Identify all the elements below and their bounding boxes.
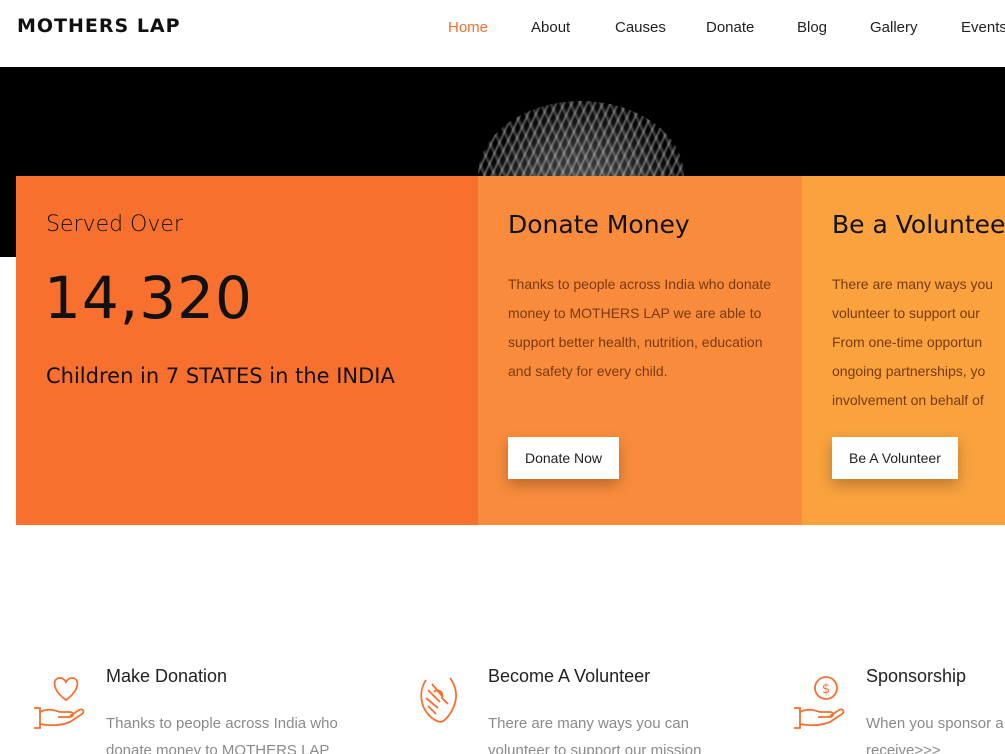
- feature-sponsorship: $ Sponsorship When you sponsor a receive…: [790, 662, 1005, 754]
- nav-blog[interactable]: Blog: [797, 19, 827, 36]
- feature-text: Thanks to people across India who donate…: [106, 710, 396, 754]
- feature-become-volunteer: Become A Volunteer There are many ways y…: [412, 662, 782, 754]
- feature-text-line: donate money to MOTHERS LAP: [106, 742, 330, 754]
- volunteer-text-line: From one-time opportun: [832, 334, 983, 350]
- donate-now-button[interactable]: Donate Now: [508, 437, 620, 479]
- svg-text:$: $: [822, 682, 830, 697]
- volunteer-box-title: Be a Volunteer: [832, 210, 1005, 239]
- served-label: Served Over: [46, 212, 183, 237]
- donate-money-box: Donate Money Thanks to people across Ind…: [478, 176, 802, 525]
- served-stats-box: Served Over 14,320 Children in 7 STATES …: [16, 176, 478, 525]
- feature-title[interactable]: Become A Volunteer: [488, 666, 650, 687]
- donate-box-title: Donate Money: [508, 210, 690, 239]
- feature-title[interactable]: Make Donation: [106, 666, 227, 687]
- heart-hand-icon: [34, 677, 85, 729]
- feature-text-line: There are many ways you can: [488, 715, 689, 732]
- nav-gallery[interactable]: Gallery: [870, 19, 918, 36]
- volunteer-box: Be a Volunteer There are many ways you v…: [802, 176, 1005, 525]
- be-a-volunteer-button[interactable]: Be A Volunteer: [832, 437, 958, 479]
- donate-box-text: Thanks to people across India who donate…: [508, 276, 772, 379]
- volunteer-text-line: ongoing partnerships, yo: [832, 363, 986, 379]
- nav-about[interactable]: About: [531, 19, 570, 36]
- volunteer-box-text: There are many ways you volunteer to sup…: [832, 270, 1005, 415]
- feature-text-line: volunteer to support our mission: [488, 742, 702, 754]
- volunteer-hand-icon: [420, 677, 457, 723]
- served-number: 14,320: [44, 264, 253, 332]
- feature-text-line: When you sponsor a: [866, 715, 1004, 732]
- nav-events[interactable]: Events: [961, 19, 1005, 36]
- feature-text: There are many ways you can volunteer to…: [488, 710, 778, 754]
- nav-donate[interactable]: Donate: [706, 19, 754, 36]
- served-subtitle: Children in 7 STATES in the INDIA: [46, 364, 395, 388]
- site-logo[interactable]: MOTHERS LAP: [17, 15, 181, 37]
- feature-text: When you sponsor a receive>>>: [866, 710, 1005, 754]
- feature-title[interactable]: Sponsorship: [866, 666, 966, 687]
- feature-make-donation: Make Donation Thanks to people across In…: [30, 662, 400, 754]
- volunteer-text-line: There are many ways you: [832, 276, 994, 292]
- nav-home[interactable]: Home: [448, 19, 488, 36]
- feature-text-line: Thanks to people across India who: [106, 715, 338, 732]
- feature-text-line: receive>>>: [866, 742, 941, 754]
- volunteer-text-line: involvement on behalf of: [832, 392, 984, 408]
- nav-causes[interactable]: Causes: [615, 19, 666, 36]
- volunteer-text-line: volunteer to support our: [832, 305, 980, 321]
- site-header: MOTHERS LAP Home About Causes Donate Blo…: [0, 0, 1005, 67]
- dollar-hand-icon: $: [794, 676, 845, 729]
